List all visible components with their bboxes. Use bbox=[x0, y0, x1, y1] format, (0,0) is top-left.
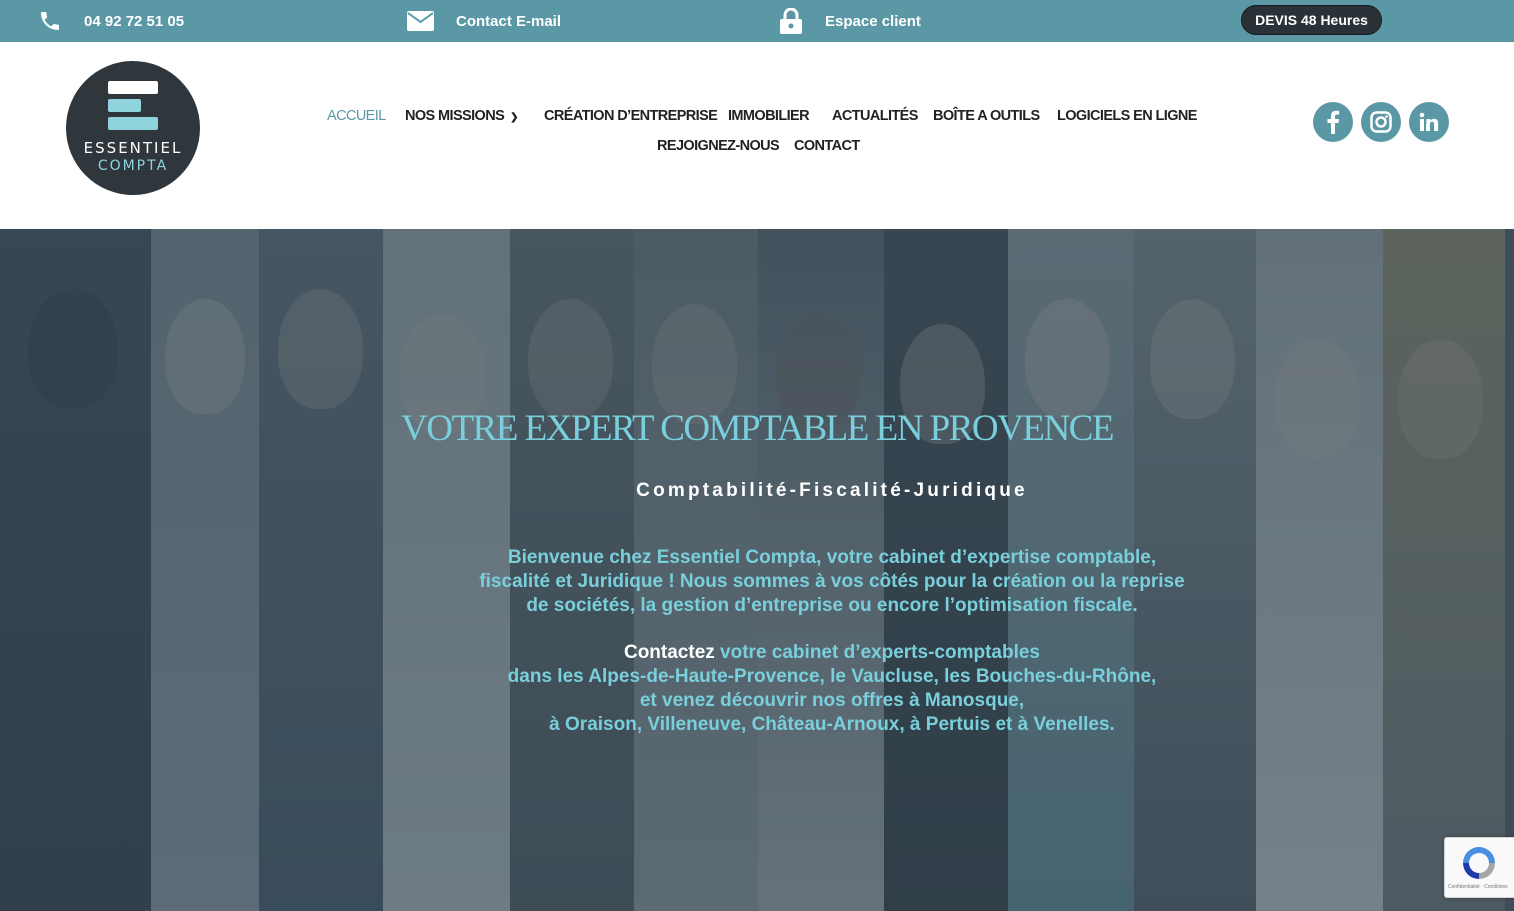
top-bar: 04 92 72 51 05 Contact E-mail Espace cli… bbox=[0, 0, 1514, 42]
logo-text-line2: COMPTA bbox=[97, 158, 169, 174]
logo-bar bbox=[108, 81, 158, 94]
logo-bar bbox=[108, 117, 158, 130]
recaptcha-icon bbox=[1460, 844, 1498, 887]
hero-subtitle: Comptabilité-Fiscalité-Juridique bbox=[636, 480, 1028, 501]
nav-item-boite-a-outils[interactable]: BOÎTE A OUTILS bbox=[933, 108, 1040, 124]
nav-item-rejoignez-nous[interactable]: REJOIGNEZ-NOUS bbox=[657, 138, 780, 154]
email-link[interactable]: Contact E-mail bbox=[407, 0, 561, 42]
envelope-icon bbox=[407, 11, 434, 31]
hero-intro-line: fiscalité et Juridique ! Nous sommes à v… bbox=[479, 571, 1185, 592]
facebook-icon[interactable] bbox=[1313, 102, 1353, 142]
site-header: ESSENTIEL COMPTA ACCUEIL NOS MISSIONS ❯ C… bbox=[0, 42, 1514, 229]
logo-text-line1: ESSENTIEL bbox=[83, 139, 183, 157]
hero-contact-text: votre cabinet d’experts-comptables bbox=[714, 642, 1040, 663]
hero-contact-line: Contactez votre cabinet d’experts-compta… bbox=[150, 641, 1514, 665]
recaptcha-text: Confidentialité - Conditions bbox=[1448, 884, 1508, 890]
nav-item-immobilier[interactable]: IMMOBILIER bbox=[728, 108, 810, 124]
hero-intro: Bienvenue chez Essentiel Compta, votre c… bbox=[0, 546, 1514, 618]
phone-link[interactable]: 04 92 72 51 05 bbox=[38, 0, 184, 42]
lock-icon bbox=[779, 8, 803, 34]
hero-contact: Contactez votre cabinet d’experts-compta… bbox=[0, 641, 1514, 737]
logo[interactable]: ESSENTIEL COMPTA bbox=[66, 61, 200, 195]
hero-title: VOTRE EXPERT COMPTABLE EN PROVENCE bbox=[401, 408, 1114, 449]
chevron-down-icon: ❯ bbox=[510, 112, 518, 123]
logo-bar bbox=[108, 99, 141, 112]
hero-contact-line: dans les Alpes-de-Haute-Provence, le Vau… bbox=[507, 666, 1157, 687]
nav-item-nos-missions[interactable]: NOS MISSIONS ❯ bbox=[405, 108, 519, 124]
client-area-link[interactable]: Espace client bbox=[779, 0, 921, 42]
client-area-label: Espace client bbox=[825, 12, 921, 30]
nav-item-contact[interactable]: CONTACT bbox=[794, 138, 860, 154]
instagram-icon[interactable] bbox=[1361, 102, 1401, 142]
hero-contact-line: à Oraison, Villeneuve, Château-Arnoux, à… bbox=[549, 714, 1115, 735]
linkedin-icon[interactable] bbox=[1409, 102, 1449, 142]
nav-item-logiciels[interactable]: LOGICIELS EN LIGNE bbox=[1057, 108, 1197, 124]
recaptcha-badge[interactable]: Confidentialité - Conditions bbox=[1444, 837, 1514, 898]
nav-item-actualites[interactable]: ACTUALITÉS bbox=[832, 108, 918, 124]
nav-item-creation[interactable]: CRÉATION D’ENTREPRISE bbox=[544, 108, 718, 124]
phone-number: 04 92 72 51 05 bbox=[84, 12, 185, 30]
contact-link[interactable]: Contactez bbox=[624, 642, 715, 663]
phone-icon bbox=[38, 9, 62, 33]
hero-contact-line: et venez découvrir nos offres à Manosque… bbox=[639, 690, 1025, 711]
devis-button[interactable]: DEVIS 48 Heures bbox=[1241, 5, 1382, 35]
email-label: Contact E-mail bbox=[456, 12, 562, 30]
hero-intro-line: Bienvenue chez Essentiel Compta, votre c… bbox=[507, 547, 1157, 568]
hero-intro-line: de sociétés, la gestion d’entreprise ou … bbox=[526, 595, 1138, 616]
nav-item-accueil[interactable]: ACCUEIL bbox=[327, 108, 386, 124]
nav-item-label: NOS MISSIONS bbox=[405, 108, 505, 124]
